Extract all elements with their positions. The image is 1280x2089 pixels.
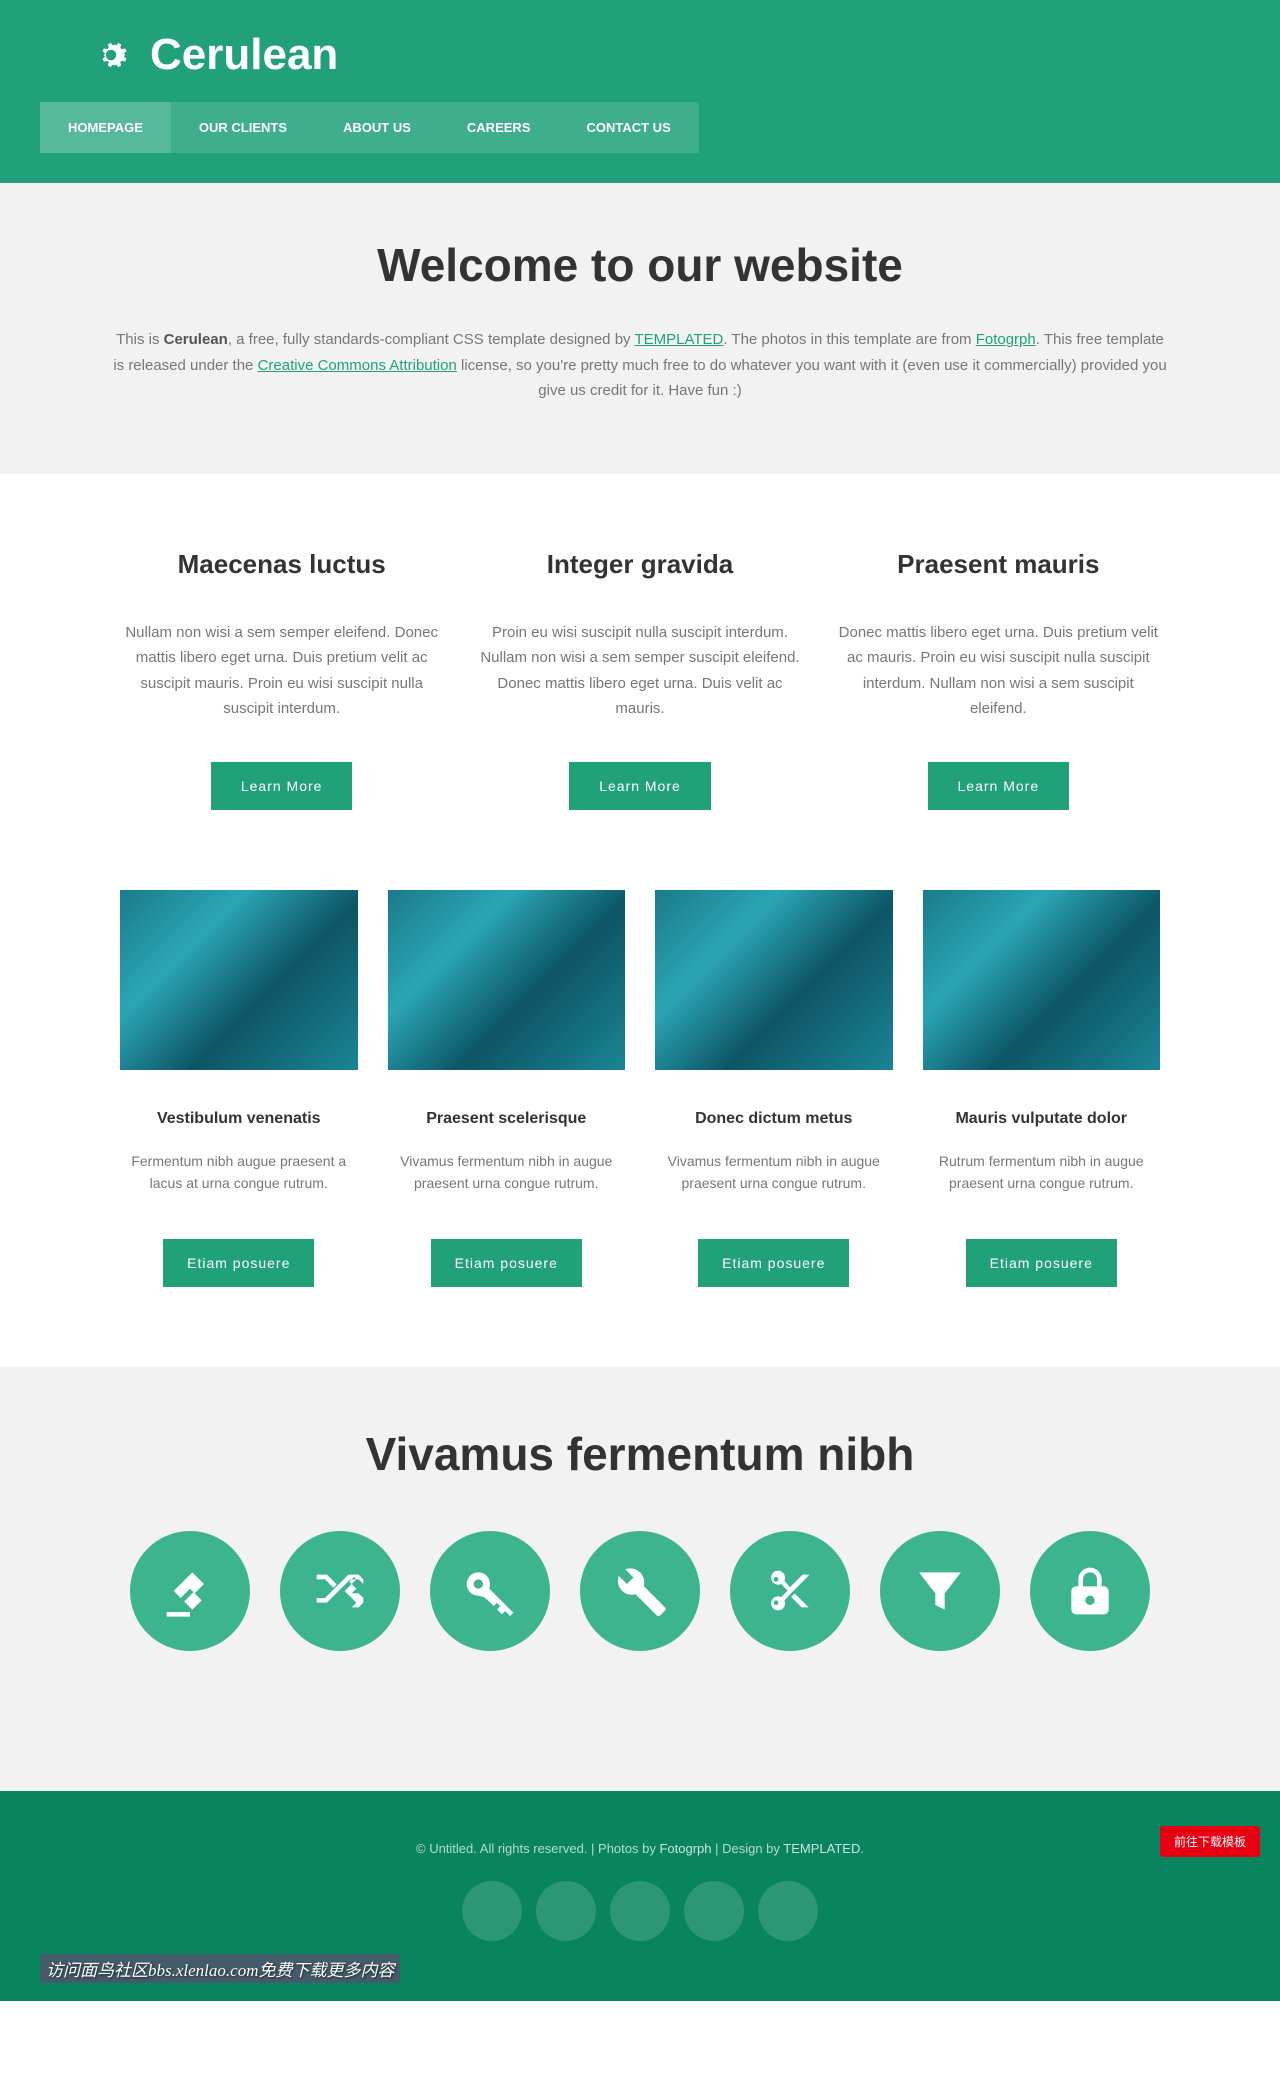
column-3: Praesent mauris Donec mattis libero eget… [837, 549, 1160, 810]
watermark: 访问面鸟社区bbs.xlenlao.com免费下载更多内容 [40, 1954, 400, 1983]
three-columns: Maecenas luctus Nullam non wisi a sem se… [80, 474, 1200, 890]
icon-section-title: Vivamus fermentum nibh [40, 1427, 1240, 1481]
banner: Welcome to our website This is Cerulean,… [0, 183, 1280, 474]
link-fotogrph[interactable]: Fotogrph [976, 331, 1036, 348]
col3-title: Praesent mauris [837, 549, 1160, 580]
pf4-button[interactable]: Etiam posuere [966, 1239, 1117, 1287]
portfolio-image-2[interactable] [388, 890, 626, 1070]
col3-button[interactable]: Learn More [928, 762, 1070, 810]
col1-button[interactable]: Learn More [211, 762, 353, 810]
header: Cerulean HOMEPAGE OUR CLIENTS ABOUT US C… [0, 0, 1280, 153]
social-icon-4[interactable] [684, 1881, 744, 1941]
portfolio: Vestibulum venenatis Fermentum nibh augu… [80, 890, 1200, 1368]
gavel-icon[interactable] [130, 1531, 250, 1651]
pf1-title: Vestibulum venenatis [120, 1110, 358, 1128]
filter-icon[interactable] [880, 1531, 1000, 1651]
portfolio-item-2: Praesent scelerisque Vivamus fermentum n… [388, 890, 626, 1288]
social-icon-2[interactable] [536, 1881, 596, 1941]
col1-body: Nullam non wisi a sem semper eleifend. D… [120, 620, 443, 722]
social-icon-5[interactable] [758, 1881, 818, 1941]
column-1: Maecenas luctus Nullam non wisi a sem se… [120, 549, 443, 810]
pf2-title: Praesent scelerisque [388, 1110, 626, 1128]
footer-link-templated[interactable]: TEMPLATED [783, 1841, 860, 1856]
shuffle-icon[interactable] [280, 1531, 400, 1651]
social-icon-3[interactable] [610, 1881, 670, 1941]
nav-about[interactable]: ABOUT US [315, 102, 439, 153]
portfolio-item-3: Donec dictum metus Vivamus fermentum nib… [655, 890, 893, 1288]
column-2: Integer gravida Proin eu wisi suscipit n… [478, 549, 801, 810]
wrench-icon[interactable] [580, 1531, 700, 1651]
footer-link-fotogrph[interactable]: Fotogrph [659, 1841, 711, 1856]
nav-careers[interactable]: CAREERS [439, 102, 559, 153]
pf4-body: Rutrum fermentum nibh in augue praesent … [923, 1150, 1161, 1195]
gear-icon [90, 34, 132, 76]
download-template-button[interactable]: 前往下载模板 [1160, 1826, 1260, 1857]
col3-body: Donec mattis libero eget urna. Duis pret… [837, 620, 1160, 722]
portfolio-image-4[interactable] [923, 890, 1161, 1070]
col2-body: Proin eu wisi suscipit nulla suscipit in… [478, 620, 801, 722]
banner-text: This is Cerulean, a free, fully standard… [110, 327, 1170, 404]
link-cc[interactable]: Creative Commons Attribution [258, 357, 457, 374]
pf1-body: Fermentum nibh augue praesent a lacus at… [120, 1150, 358, 1195]
portfolio-image-1[interactable] [120, 890, 358, 1070]
pf4-title: Mauris vulputate dolor [923, 1110, 1161, 1128]
icon-row [40, 1531, 1240, 1651]
col2-title: Integer gravida [478, 549, 801, 580]
portfolio-item-1: Vestibulum venenatis Fermentum nibh augu… [120, 890, 358, 1288]
pf3-button[interactable]: Etiam posuere [698, 1239, 849, 1287]
scissors-icon[interactable] [730, 1531, 850, 1651]
nav: HOMEPAGE OUR CLIENTS ABOUT US CAREERS CO… [40, 102, 699, 153]
link-templated[interactable]: TEMPLATED [634, 331, 723, 348]
portfolio-image-3[interactable] [655, 890, 893, 1070]
pf2-button[interactable]: Etiam posuere [431, 1239, 582, 1287]
lock-icon[interactable] [1030, 1531, 1150, 1651]
pf3-body: Vivamus fermentum nibh in augue praesent… [655, 1150, 893, 1195]
copyright: © Untitled. All rights reserved. | Photo… [40, 1841, 1240, 1856]
nav-clients[interactable]: OUR CLIENTS [171, 102, 315, 153]
pf1-button[interactable]: Etiam posuere [163, 1239, 314, 1287]
nav-homepage[interactable]: HOMEPAGE [40, 102, 171, 153]
banner-title: Welcome to our website [40, 238, 1240, 292]
portfolio-item-4: Mauris vulputate dolor Rutrum fermentum … [923, 890, 1161, 1288]
icon-section: Vivamus fermentum nibh [0, 1367, 1280, 1791]
social-row [40, 1881, 1240, 1941]
col2-button[interactable]: Learn More [569, 762, 711, 810]
nav-contact[interactable]: CONTACT US [558, 102, 698, 153]
col1-title: Maecenas luctus [120, 549, 443, 580]
social-icon-1[interactable] [462, 1881, 522, 1941]
header-spacer [0, 153, 1280, 183]
footer: © Untitled. All rights reserved. | Photo… [0, 1791, 1280, 2001]
key-icon[interactable] [430, 1531, 550, 1651]
logo-text: Cerulean [150, 30, 338, 80]
logo[interactable]: Cerulean [40, 30, 1240, 80]
pf3-title: Donec dictum metus [655, 1110, 893, 1128]
pf2-body: Vivamus fermentum nibh in augue praesent… [388, 1150, 626, 1195]
